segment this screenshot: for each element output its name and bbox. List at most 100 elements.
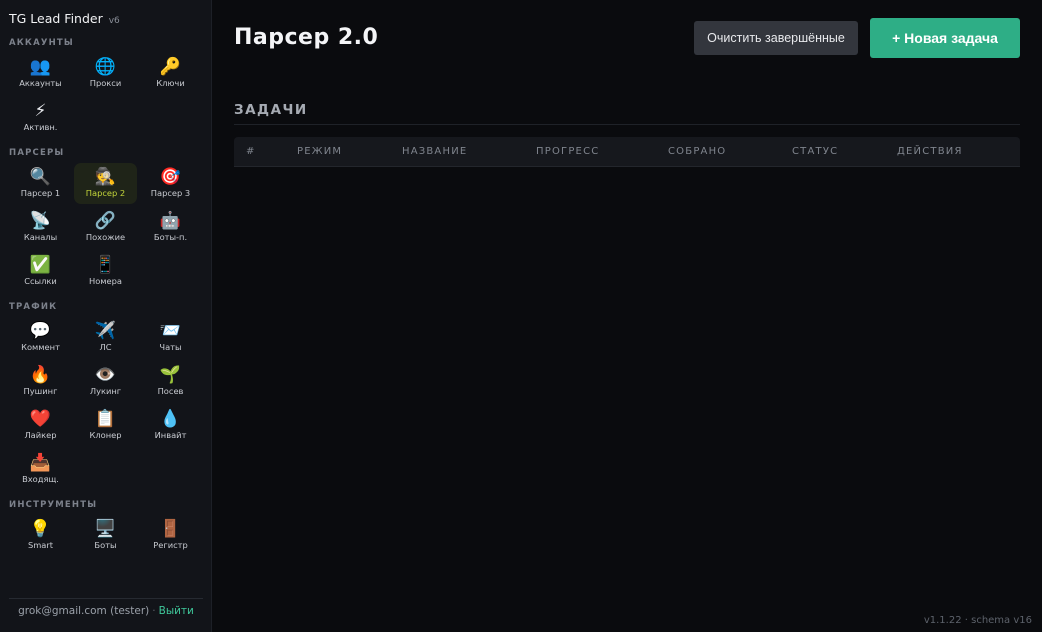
sidebar-item-label: Прокси: [89, 78, 122, 88]
sidebar-item-links[interactable]: ✅ Ссылки: [9, 251, 72, 292]
sidebar-item-liker[interactable]: ❤️ Лайкер: [9, 405, 72, 446]
sidebar: TG Lead Finder v6 АККАУНТЫ 👥 Аккаунты 🌐 Пр…: [0, 0, 212, 632]
sidebar-item-label: Боты-п.: [153, 232, 188, 242]
page-title: Парсер 2.0: [234, 25, 379, 50]
monitor-icon: 🖥️: [94, 519, 117, 539]
logout-link[interactable]: Выйти: [159, 605, 194, 617]
nav-group-accounts: 👥 Аккаунты 🌐 Прокси 🔑 Ключи ⚡ Активн.: [9, 53, 203, 138]
sidebar-item-label: Ключи: [156, 78, 185, 88]
globe-icon: 🌐: [94, 57, 117, 77]
phone-icon: 📱: [94, 255, 117, 275]
sidebar-item-looking[interactable]: 👁️ Лукинг: [74, 361, 137, 402]
column-header-status: СТАТУС: [792, 146, 839, 157]
sidebar-item-activity[interactable]: ⚡ Активн.: [9, 97, 72, 138]
sidebar-item-parser-1[interactable]: 🔍 Парсер 1: [9, 163, 72, 204]
footer-separator: ·: [152, 605, 156, 617]
column-header-actions: ДЕЙСТВИЯ: [897, 146, 963, 157]
detective-icon: 🕵️: [94, 167, 117, 187]
sidebar-item-numbers[interactable]: 📱 Номера: [74, 251, 137, 292]
sidebar-item-cloner[interactable]: 📋 Клонер: [74, 405, 137, 446]
heart-icon: ❤️: [29, 409, 52, 429]
sidebar-item-smart[interactable]: 💡 Smart: [9, 515, 72, 556]
sidebar-footer: grok@gmail.com (tester) · Выйти: [9, 598, 203, 617]
section-title-accounts: АККАУНТЫ: [9, 38, 74, 48]
sidebar-item-label: Посев: [157, 386, 184, 396]
sidebar-item-seeding[interactable]: 🌱 Посев: [139, 361, 202, 402]
sidebar-item-label: Пушинг: [23, 386, 58, 396]
tasks-heading: ЗАДАЧИ: [234, 102, 308, 118]
link-icon: 🔗: [94, 211, 117, 231]
column-header-name: НАЗВАНИЕ: [402, 146, 468, 157]
seedling-icon: 🌱: [159, 365, 182, 385]
sidebar-item-label: Коммент: [21, 342, 60, 352]
sidebar-item-label: Парсер 2: [85, 188, 126, 198]
section-title-parsers: ПАРСЕРЫ: [9, 148, 65, 158]
sidebar-item-label: Парсер 3: [150, 188, 191, 198]
satellite-icon: 📡: [29, 211, 52, 231]
sidebar-item-register[interactable]: 🚪 Регистр: [139, 515, 202, 556]
check-icon: ✅: [29, 255, 52, 275]
sidebar-item-label: Ссылки: [24, 276, 57, 286]
nav-group-tools: 💡 Smart 🖥️ Боты 🚪 Регистр: [9, 515, 203, 556]
sidebar-item-channels[interactable]: 📡 Каналы: [9, 207, 72, 248]
airplane-icon: ✈️: [94, 321, 117, 341]
sidebar-item-label: Активн.: [23, 122, 58, 132]
sidebar-item-label: Лайкер: [24, 430, 57, 440]
sidebar-item-label: Smart: [27, 540, 54, 550]
sidebar-item-comment[interactable]: 💬 Коммент: [9, 317, 72, 358]
sidebar-item-label: Похожие: [85, 232, 126, 242]
speech-bubble-icon: 💬: [29, 321, 52, 341]
app-brand: TG Lead Finder v6: [9, 11, 120, 26]
sidebar-item-bots-parser[interactable]: 🤖 Боты-п.: [139, 207, 202, 248]
eye-icon: 👁️: [94, 365, 117, 385]
droplet-icon: 💧: [159, 409, 182, 429]
column-header-progress: ПРОГРЕСС: [536, 146, 600, 157]
sidebar-item-proxy[interactable]: 🌐 Прокси: [74, 53, 137, 94]
app-name: TG Lead Finder: [9, 11, 103, 26]
sidebar-item-label: Инвайт: [154, 430, 187, 440]
sidebar-item-label: Регистр: [153, 540, 188, 550]
user-email: grok@gmail.com (tester): [18, 605, 150, 617]
door-icon: 🚪: [159, 519, 182, 539]
sidebar-item-label: Лукинг: [89, 386, 122, 396]
sidebar-item-parser-3[interactable]: 🎯 Парсер 3: [139, 163, 202, 204]
new-task-button[interactable]: + Новая задача: [870, 18, 1020, 58]
sidebar-item-invite[interactable]: 💧 Инвайт: [139, 405, 202, 446]
sidebar-item-dm[interactable]: ✈️ ЛС: [74, 317, 137, 358]
magnifier-icon: 🔍: [29, 167, 52, 187]
sidebar-item-bots[interactable]: 🖥️ Боты: [74, 515, 137, 556]
section-title-traffic: ТРАФИК: [9, 302, 58, 312]
sidebar-item-label: Номера: [88, 276, 123, 286]
inbox-icon: 📥: [29, 453, 52, 473]
key-icon: 🔑: [159, 57, 182, 77]
fire-icon: 🔥: [29, 365, 52, 385]
sidebar-item-pushing[interactable]: 🔥 Пушинг: [9, 361, 72, 402]
sidebar-item-keys[interactable]: 🔑 Ключи: [139, 53, 202, 94]
column-header-mode: РЕЖИМ: [297, 146, 343, 157]
clipboard-icon: 📋: [94, 409, 117, 429]
app-version-badge: v6: [108, 16, 120, 26]
column-header-collected: СОБРАНО: [668, 146, 727, 157]
sidebar-item-label: Аккаунты: [19, 78, 62, 88]
sidebar-item-chats[interactable]: 📨 Чаты: [139, 317, 202, 358]
app-version: v1.1.22 · schema v16: [923, 615, 1032, 626]
tasks-table-header: # РЕЖИМ НАЗВАНИЕ ПРОГРЕСС СОБРАНО СТАТУС…: [234, 137, 1020, 167]
nav-group-parsers: 🔍 Парсер 1 🕵️ Парсер 2 🎯 Парсер 3 📡 Каналы 🔗…: [9, 163, 203, 292]
sidebar-item-accounts[interactable]: 👥 Аккаунты: [9, 53, 72, 94]
sidebar-item-label: Боты: [94, 540, 117, 550]
section-title-tools: ИНСТРУМЕНТЫ: [9, 500, 98, 510]
sidebar-item-parser-2[interactable]: 🕵️ Парсер 2: [74, 163, 137, 204]
envelope-icon: 📨: [159, 321, 182, 341]
sidebar-item-label: Чаты: [159, 342, 182, 352]
sidebar-item-label: Клонер: [89, 430, 122, 440]
lightning-icon: ⚡: [34, 101, 47, 121]
sidebar-item-similar[interactable]: 🔗 Похожие: [74, 207, 137, 248]
clear-completed-button[interactable]: Очистить завершённые: [694, 21, 858, 55]
sidebar-item-label: Парсер 1: [20, 188, 61, 198]
lightbulb-icon: 💡: [29, 519, 52, 539]
sidebar-item-incoming[interactable]: 📥 Входящ.: [9, 449, 72, 490]
column-header-number: #: [246, 146, 256, 157]
main-content: Парсер 2.0 Очистить завершённые + Новая …: [212, 0, 1042, 632]
sidebar-item-label: ЛС: [99, 342, 112, 352]
sidebar-item-label: Каналы: [23, 232, 58, 242]
